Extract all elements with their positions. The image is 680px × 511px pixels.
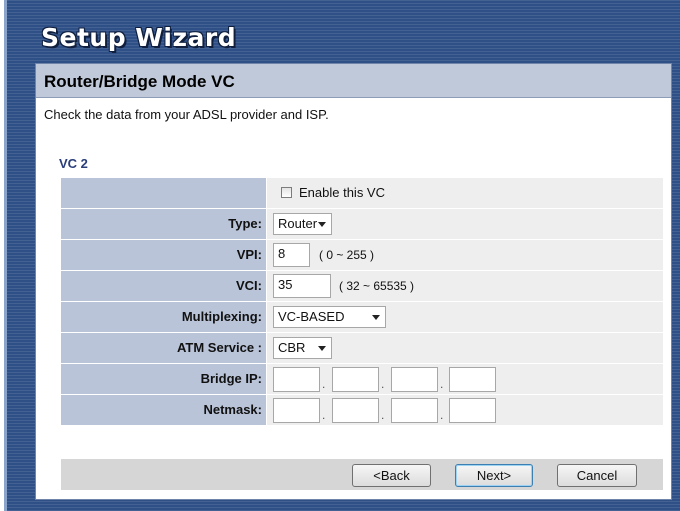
wizard-title: Setup Wizard — [41, 23, 237, 52]
bridge-ip-label: Bridge IP: — [61, 364, 266, 394]
ip-dot: . — [440, 377, 444, 391]
vci-value-cell: 35 ( 32 ~ 65535 ) — [267, 271, 663, 301]
atm-service-row: ATM Service : CBR — [61, 333, 663, 364]
vpi-row: VPI: 8 ( 0 ~ 255 ) — [61, 240, 663, 271]
type-row: Type: Router — [61, 209, 663, 240]
wizard-window: Setup Wizard Router/Bridge Mode VC Check… — [4, 0, 680, 511]
button-bar: <Back Next> Cancel — [61, 459, 663, 490]
netmask-value-cell: . . . — [267, 395, 663, 425]
ip-dot: . — [381, 377, 385, 391]
back-button[interactable]: <Back — [352, 464, 431, 487]
type-label: Type: — [61, 209, 266, 239]
vc-settings-panel: Router/Bridge Mode VC Check the data fro… — [35, 63, 672, 500]
chevron-down-icon — [318, 222, 326, 227]
ip-dot: . — [322, 408, 326, 422]
atm-service-value-cell: CBR — [267, 333, 663, 363]
netmask-octet-1[interactable] — [273, 398, 320, 423]
next-button[interactable]: Next> — [455, 464, 533, 487]
cancel-button[interactable]: Cancel — [557, 464, 637, 487]
bridge-ip-row: Bridge IP: . . . — [61, 364, 663, 395]
enable-vc-checkbox[interactable] — [281, 187, 292, 198]
atm-service-select[interactable]: CBR — [273, 337, 332, 359]
vpi-input[interactable]: 8 — [273, 243, 310, 267]
multiplexing-select-value: VC-BASED — [278, 309, 345, 324]
type-select-value: Router — [278, 216, 318, 231]
type-value-cell: Router — [267, 209, 663, 239]
netmask-octet-3[interactable] — [391, 398, 438, 423]
multiplexing-value-cell: VC-BASED — [267, 302, 663, 332]
netmask-label: Netmask: — [61, 395, 266, 425]
ip-dot: . — [322, 377, 326, 391]
multiplexing-row: Multiplexing: VC-BASED — [61, 302, 663, 333]
atm-service-label: ATM Service : — [61, 333, 266, 363]
panel-header: Router/Bridge Mode VC — [36, 64, 671, 98]
bridge-ip-value-cell: . . . — [267, 364, 663, 394]
enable-label-cell — [61, 178, 266, 208]
atm-service-select-value: CBR — [278, 340, 306, 355]
chevron-down-icon — [318, 346, 326, 351]
netmask-row: Netmask: . . . — [61, 395, 663, 426]
vpi-range-hint: ( 0 ~ 255 ) — [319, 248, 375, 262]
netmask-octet-4[interactable] — [449, 398, 496, 423]
panel-title: Router/Bridge Mode VC — [44, 72, 235, 91]
ip-dot: . — [440, 408, 444, 422]
vci-range-hint: ( 32 ~ 65535 ) — [339, 279, 415, 293]
ip-dot: . — [381, 408, 385, 422]
chevron-down-icon — [372, 315, 380, 320]
multiplexing-label: Multiplexing: — [61, 302, 266, 332]
vci-label: VCI: — [61, 271, 266, 301]
enable-vc-label: Enable this VC — [299, 185, 385, 200]
bridge-ip-octet-3[interactable] — [391, 367, 438, 392]
bridge-ip-octet-4[interactable] — [449, 367, 496, 392]
vpi-value-cell: 8 ( 0 ~ 255 ) — [267, 240, 663, 270]
bridge-ip-octet-1[interactable] — [273, 367, 320, 392]
enable-row: Enable this VC — [61, 178, 663, 209]
vc-label: VC 2 — [59, 156, 88, 171]
instruction-text: Check the data from your ADSL provider a… — [44, 107, 329, 122]
bridge-ip-octet-2[interactable] — [332, 367, 379, 392]
vci-row: VCI: 35 ( 32 ~ 65535 ) — [61, 271, 663, 302]
vpi-label: VPI: — [61, 240, 266, 270]
netmask-octet-2[interactable] — [332, 398, 379, 423]
multiplexing-select[interactable]: VC-BASED — [273, 306, 386, 328]
type-select[interactable]: Router — [273, 213, 332, 235]
vci-input[interactable]: 35 — [273, 274, 331, 298]
enable-value-cell: Enable this VC — [267, 178, 663, 208]
